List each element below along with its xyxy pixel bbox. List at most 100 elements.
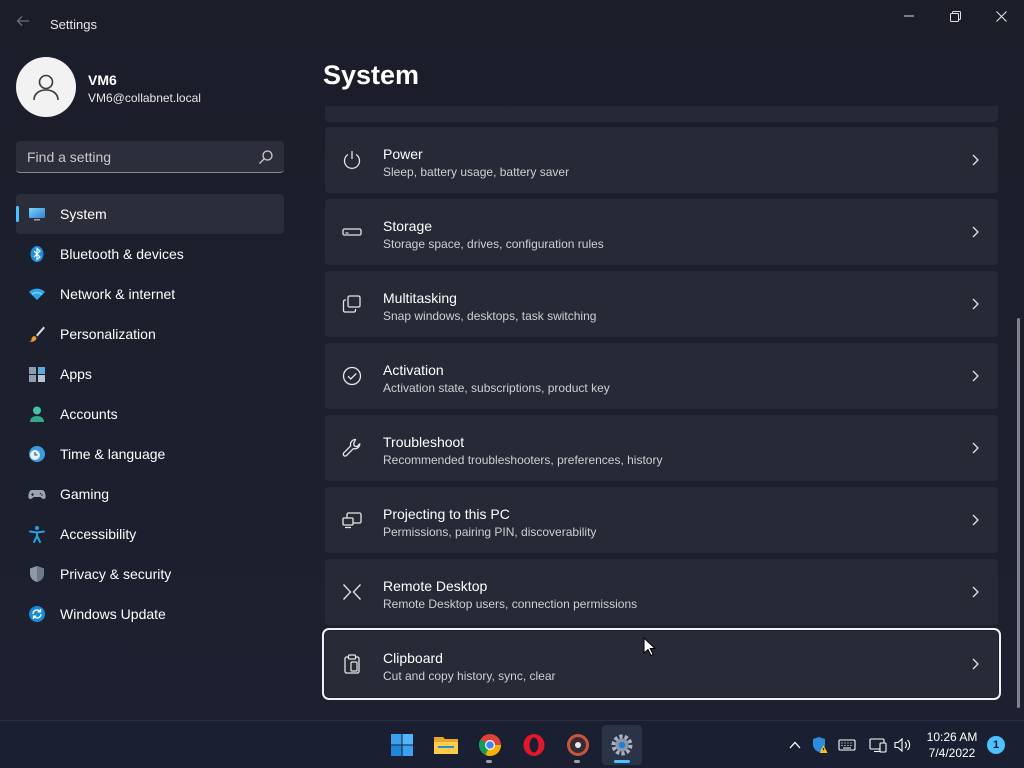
card-title: Storage <box>383 218 433 234</box>
app-title: Settings <box>50 17 97 32</box>
card-subtitle: Activation state, subscriptions, product… <box>383 381 610 395</box>
back-arrow-icon <box>16 16 29 26</box>
keyboard-icon <box>838 739 856 751</box>
sidebar-item-gaming[interactable]: Gaming <box>16 474 284 514</box>
media-player-icon <box>567 734 589 756</box>
brush-icon <box>29 326 45 342</box>
restore-icon <box>949 10 961 22</box>
accessibility-icon <box>29 526 45 543</box>
close-button[interactable] <box>978 0 1024 32</box>
clock-globe-icon <box>29 446 45 462</box>
check-circle-icon <box>342 366 362 386</box>
card-title: Activation <box>383 362 444 378</box>
minimize-button[interactable] <box>886 0 932 32</box>
avatar[interactable] <box>16 57 76 117</box>
settings-window: Settings VM6 VM6@collabnet.local Find a … <box>0 0 1024 720</box>
settings-card-storage[interactable]: Storage Storage space, drives, configura… <box>325 199 998 265</box>
sidebar-item-accessibility[interactable]: Accessibility <box>16 514 284 554</box>
sidebar-item-label: Time & language <box>60 446 166 462</box>
back-button[interactable] <box>10 12 36 36</box>
chevron-up-icon <box>789 741 801 749</box>
wifi-icon <box>29 288 45 300</box>
taskbar-settings[interactable] <box>602 725 642 765</box>
sidebar-item-label: Privacy & security <box>60 566 172 582</box>
notification-badge[interactable]: 1 <box>987 736 1005 754</box>
tray-keyboard[interactable] <box>837 735 857 755</box>
settings-card-clipboard[interactable]: Clipboard Cut and copy history, sync, cl… <box>322 628 1001 700</box>
restore-button[interactable] <box>932 0 978 32</box>
settings-card-remote-desktop[interactable]: Remote Desktop Remote Desktop users, con… <box>325 559 998 625</box>
settings-card-multitasking[interactable]: Multitasking Snap windows, desktops, tas… <box>325 271 998 337</box>
volume-icon <box>894 737 911 753</box>
card-title: Remote Desktop <box>383 578 488 594</box>
sidebar-item-label: Bluetooth & devices <box>60 246 184 262</box>
start-button[interactable] <box>382 725 422 765</box>
sidebar-item-label: Apps <box>60 366 92 382</box>
sidebar-item-time-language[interactable]: Time & language <box>16 434 284 474</box>
chevron-right-icon <box>972 514 979 526</box>
tray-security[interactable] <box>810 735 830 755</box>
bluetooth-icon <box>30 246 44 262</box>
person-icon <box>30 406 44 422</box>
tray-overflow-button[interactable] <box>785 735 805 755</box>
sidebar-item-windows-update[interactable]: Windows Update <box>16 594 284 634</box>
taskbar: 10:26 AM 7/4/2022 1 <box>0 720 1024 768</box>
taskbar-file-explorer[interactable] <box>426 725 466 765</box>
search-box[interactable]: Find a setting <box>16 141 284 173</box>
remote-desktop-icon <box>343 584 361 600</box>
search-icon[interactable] <box>258 149 274 165</box>
sidebar-item-label: Network & internet <box>60 286 176 302</box>
tray-network[interactable] <box>868 735 888 755</box>
sidebar-item-bluetooth[interactable]: Bluetooth & devices <box>16 234 284 274</box>
sidebar-item-accounts[interactable]: Accounts <box>16 394 284 434</box>
windows-start-icon <box>391 734 413 756</box>
taskbar-media-player[interactable] <box>558 725 598 765</box>
sidebar-item-privacy[interactable]: Privacy & security <box>16 554 284 594</box>
monitor-icon <box>29 208 45 221</box>
chevron-right-icon <box>972 298 979 310</box>
minimize-icon <box>904 15 914 17</box>
tray-volume[interactable] <box>893 735 913 755</box>
sidebar-item-label: Personalization <box>60 326 156 342</box>
settings-card-activation[interactable]: Activation Activation state, subscriptio… <box>325 343 998 409</box>
card-title: Troubleshoot <box>383 434 465 450</box>
taskbar-chrome[interactable] <box>470 725 510 765</box>
chevron-right-icon <box>972 226 979 238</box>
apps-icon <box>29 367 45 382</box>
settings-card-troubleshoot[interactable]: Troubleshoot Recommended troubleshooters… <box>325 415 998 481</box>
update-icon <box>29 606 45 622</box>
settings-card-projecting[interactable]: Projecting to this PC Permissions, pairi… <box>325 487 998 553</box>
clipboard-icon <box>344 654 360 674</box>
gamepad-icon <box>28 490 46 499</box>
sidebar-item-label: Accessibility <box>60 526 137 542</box>
settings-card-partial[interactable] <box>325 106 998 122</box>
power-icon <box>343 151 361 169</box>
search-input[interactable]: Find a setting <box>27 149 111 165</box>
card-title: Clipboard <box>383 650 443 666</box>
projecting-icon <box>342 512 362 529</box>
chevron-right-icon <box>972 586 979 598</box>
network-icon <box>869 738 887 753</box>
running-indicator <box>486 760 492 763</box>
title-bar: Settings <box>0 0 1024 48</box>
sidebar-item-label: System <box>60 206 107 222</box>
chrome-icon <box>479 734 501 756</box>
card-subtitle: Snap windows, desktops, task switching <box>383 309 597 323</box>
card-title: Projecting to this PC <box>383 506 510 522</box>
card-subtitle: Sleep, battery usage, battery saver <box>383 165 570 179</box>
scrollbar[interactable] <box>1017 318 1020 708</box>
storage-icon <box>342 228 362 236</box>
taskbar-clock[interactable]: 10:26 AM 7/4/2022 <box>920 729 984 761</box>
wrench-icon <box>342 438 361 457</box>
taskbar-opera[interactable] <box>514 725 554 765</box>
sidebar-item-label: Accounts <box>60 406 118 422</box>
sidebar-item-system[interactable]: System <box>16 194 284 234</box>
user-email: VM6@collabnet.local <box>88 91 201 105</box>
page-title: System <box>323 60 420 90</box>
sidebar-item-apps[interactable]: Apps <box>16 354 284 394</box>
sidebar-item-personalization[interactable]: Personalization <box>16 314 284 354</box>
sidebar-nav: System Bluetooth & devices Network & int… <box>16 194 284 634</box>
settings-card-power[interactable]: Power Sleep, battery usage, battery save… <box>325 127 998 193</box>
multitasking-icon <box>342 295 361 313</box>
sidebar-item-network[interactable]: Network & internet <box>16 274 284 314</box>
